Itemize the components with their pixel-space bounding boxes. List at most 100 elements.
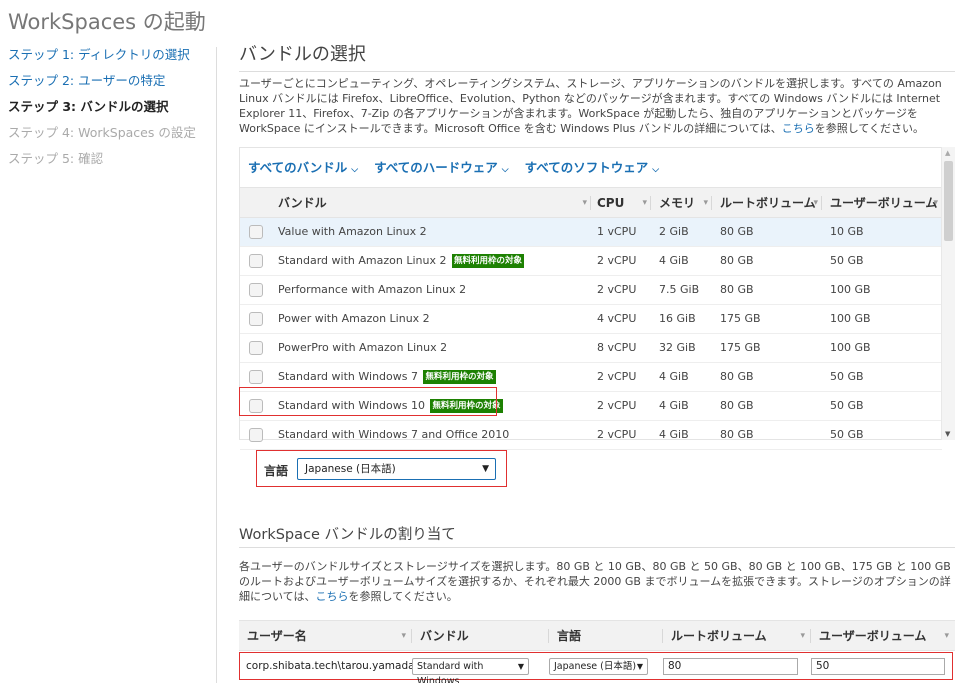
root-volume-cell: 80 GB bbox=[720, 428, 754, 441]
table-row[interactable]: Standard with Windows 7 and Office 2010 2… bbox=[240, 421, 942, 450]
table-row[interactable]: Value with Amazon Linux 2 1 vCPU 2 GiB 80 G… bbox=[240, 218, 942, 247]
desc-text-end: を参照してください。 bbox=[814, 122, 925, 135]
header-label: 言語 bbox=[557, 629, 582, 643]
root-volume-cell: 175 GB bbox=[720, 341, 761, 354]
header-user-volume[interactable]: ユーザーボリューム ▾ bbox=[822, 188, 942, 217]
user-volume-cell: 50 GB bbox=[830, 370, 864, 383]
bundle-name: Value with Amazon Linux 2 bbox=[278, 225, 427, 238]
row-checkbox[interactable] bbox=[249, 370, 263, 384]
filter-all-software[interactable]: すべてのソフトウェア ⌵ bbox=[525, 157, 659, 184]
bundle-name: Standard with Amazon Linux 2 bbox=[278, 254, 447, 267]
user-volume-input[interactable]: 50 bbox=[811, 657, 945, 675]
language-label: 言語 bbox=[264, 464, 289, 478]
assign-title: WorkSpace バンドルの割り当て bbox=[239, 527, 456, 543]
step-5: ステップ 5: 確認 bbox=[8, 151, 104, 166]
header-label: CPU bbox=[597, 196, 625, 210]
bundle-section: バンドルの選択 ユーザーごとにコンピューティング、オペレーティングシステム、スト… bbox=[239, 40, 955, 136]
vertical-divider bbox=[216, 47, 217, 683]
language-select[interactable]: Japanese (日本語) ▼ bbox=[297, 458, 496, 480]
header-label: バンドル bbox=[420, 629, 469, 643]
row-checkbox[interactable] bbox=[249, 254, 263, 268]
free-tier-badge: 無料利用枠の対象 bbox=[423, 370, 496, 384]
header-username[interactable]: ユーザー名 ▾ bbox=[239, 621, 412, 650]
row-language-select[interactable]: Japanese (日本語) ▼ bbox=[549, 657, 648, 675]
table-body: Value with Amazon Linux 2 1 vCPU 2 GiB 80 G… bbox=[240, 218, 942, 450]
page-title: WorkSpaces の起動 bbox=[8, 10, 206, 34]
root-volume-cell: 175 GB bbox=[720, 312, 761, 325]
user-volume-cell: 50 bbox=[811, 657, 951, 675]
header-root-volume[interactable]: ルートボリューム ▾ bbox=[663, 621, 811, 650]
row-checkbox-cell bbox=[240, 421, 270, 449]
sort-icon: ▾ bbox=[800, 631, 805, 641]
sort-icon: ▾ bbox=[813, 198, 818, 208]
bundle-name-cell: Standard with Windows 7 無料利用枠の対象 bbox=[270, 363, 591, 391]
header-memory[interactable]: メモリ ▾ bbox=[651, 188, 712, 217]
bundle-name-cell: Standard with Windows 7 and Office 2010 bbox=[270, 421, 591, 449]
free-tier-badge: 無料利用枠の対象 bbox=[430, 399, 503, 413]
bundle-select[interactable]: Standard with Windows ▼ bbox=[412, 657, 529, 683]
storage-details-link[interactable]: こちら bbox=[315, 590, 348, 603]
root-volume-input[interactable]: 80 bbox=[663, 657, 798, 675]
table-row[interactable]: Standard with Amazon Linux 2 無料利用枠の対象 2 v… bbox=[240, 247, 942, 276]
cpu-cell: 2 vCPU bbox=[597, 283, 637, 296]
header-label: ユーザーボリューム bbox=[819, 629, 927, 643]
cpu-cell: 2 vCPU bbox=[597, 254, 637, 267]
step-4: ステップ 4: WorkSpaces の設定 bbox=[8, 125, 196, 140]
sort-icon: ▾ bbox=[642, 198, 647, 208]
row-checkbox-cell bbox=[240, 247, 270, 275]
table-row[interactable]: Standard with Windows 10 無料利用枠の対象 2 vCPU 4… bbox=[240, 392, 942, 421]
table-scrollbar[interactable]: ▲ ▼ bbox=[941, 147, 955, 440]
scrollbar-thumb[interactable] bbox=[944, 161, 953, 241]
root-volume-cell: 80 GB bbox=[720, 399, 754, 412]
bundle-cell: Standard with Windows ▼ bbox=[412, 657, 549, 683]
scroll-up-icon[interactable]: ▲ bbox=[945, 149, 950, 157]
table-row[interactable]: Performance with Amazon Linux 2 2 vCPU 7.5… bbox=[240, 276, 942, 305]
row-checkbox-cell bbox=[240, 218, 270, 246]
step-2-link[interactable]: ステップ 2: ユーザーの特定 bbox=[8, 73, 208, 99]
bundle-name-cell: Value with Amazon Linux 2 bbox=[270, 218, 591, 246]
memory-cell: 2 GiB bbox=[659, 225, 689, 238]
header-bundle: バンドル bbox=[412, 621, 549, 650]
memory-cell: 7.5 GiB bbox=[659, 283, 700, 296]
details-link[interactable]: こちら bbox=[782, 122, 815, 135]
header-user-volume[interactable]: ユーザーボリューム ▾ bbox=[811, 621, 955, 650]
bundle-name: Power with Amazon Linux 2 bbox=[278, 312, 430, 325]
table-header: バンドル ▾ CPU ▾ メモリ ▾ ルートボリューム ▾ ユーザーボリューム ▾ bbox=[240, 187, 942, 218]
header-label: ユーザーボリューム bbox=[830, 196, 938, 210]
header-cpu[interactable]: CPU ▾ bbox=[591, 188, 651, 217]
section-title: バンドルの選択 bbox=[239, 44, 366, 65]
bundle-name: Standard with Windows 10 bbox=[278, 399, 425, 412]
row-checkbox[interactable] bbox=[249, 399, 263, 413]
triangle-down-icon: ▼ bbox=[517, 661, 524, 671]
row-checkbox[interactable] bbox=[249, 225, 263, 239]
bundle-name-cell: Power with Amazon Linux 2 bbox=[270, 305, 591, 333]
cpu-cell: 2 vCPU bbox=[597, 399, 637, 412]
bundle-name-cell: PowerPro with Amazon Linux 2 bbox=[270, 334, 591, 362]
filter-all-hardware[interactable]: すべてのハードウェア ⌵ bbox=[374, 157, 508, 184]
header-bundle[interactable]: バンドル ▾ bbox=[270, 188, 591, 217]
divider bbox=[239, 71, 955, 72]
table-row[interactable]: Standard with Windows 7 無料利用枠の対象 2 vCPU 4 … bbox=[240, 363, 942, 392]
chevron-down-icon: ⌵ bbox=[652, 165, 660, 175]
root-volume-cell: 80 GB bbox=[720, 283, 754, 296]
header-root-volume[interactable]: ルートボリューム ▾ bbox=[712, 188, 822, 217]
step-1-link[interactable]: ステップ 1: ディレクトリの選択 bbox=[8, 47, 208, 73]
row-checkbox[interactable] bbox=[249, 312, 263, 326]
cpu-cell: 2 vCPU bbox=[597, 370, 637, 383]
row-checkbox[interactable] bbox=[249, 283, 263, 297]
filter-all-bundles[interactable]: すべてのバンドル ⌵ bbox=[248, 157, 358, 184]
memory-cell: 16 GiB bbox=[659, 312, 696, 325]
triangle-down-icon: ▼ bbox=[636, 661, 643, 671]
row-checkbox[interactable] bbox=[249, 341, 263, 355]
table-row[interactable]: Power with Amazon Linux 2 4 vCPU 16 GiB 175… bbox=[240, 305, 942, 334]
cpu-cell: 8 vCPU bbox=[597, 341, 637, 354]
free-tier-badge: 無料利用枠の対象 bbox=[451, 254, 524, 268]
row-checkbox[interactable] bbox=[249, 428, 263, 442]
header-label: ルートボリューム bbox=[671, 629, 767, 643]
header-language: 言語 bbox=[549, 621, 663, 650]
username-cell: corp.shibata.tech\tarou.yamada bbox=[246, 660, 415, 672]
user-volume-cell: 100 GB bbox=[830, 312, 871, 325]
scroll-down-icon[interactable]: ▼ bbox=[945, 430, 950, 438]
table-row[interactable]: PowerPro with Amazon Linux 2 8 vCPU 32 GiB… bbox=[240, 334, 942, 363]
divider bbox=[239, 547, 955, 548]
